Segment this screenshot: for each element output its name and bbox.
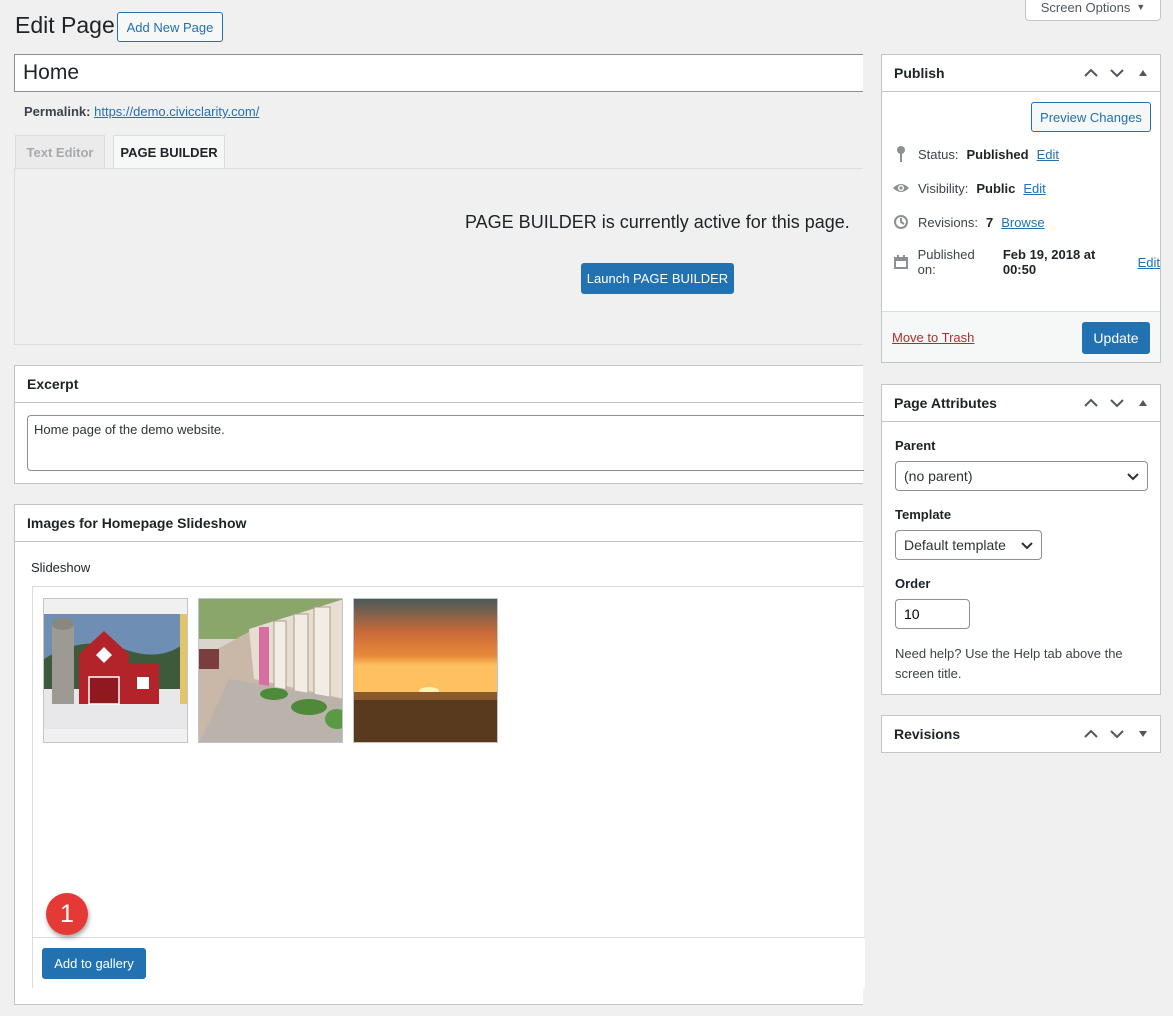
publish-box-header: Publish	[882, 55, 1160, 92]
gallery-footer: Add to gallery	[33, 937, 865, 989]
gallery: Add to gallery	[32, 586, 865, 989]
eye-icon	[892, 179, 910, 197]
title-input[interactable]	[14, 54, 863, 92]
add-to-gallery-button[interactable]: Add to gallery	[42, 948, 146, 979]
gallery-thumb-sunset[interactable]	[353, 598, 498, 743]
expand-toggle-icon[interactable]	[1136, 727, 1150, 741]
revisions-browse-link[interactable]: Browse	[1001, 215, 1044, 230]
update-button[interactable]: Update	[1082, 322, 1150, 354]
published-on-row: Published on: Feb 19, 2018 at 00:50 Edit	[892, 247, 1160, 277]
status-row: Status: Published Edit	[892, 145, 1059, 163]
launch-page-builder-button[interactable]: Launch PAGE BUILDER	[581, 263, 734, 294]
history-icon	[892, 213, 910, 231]
visibility-value: Public	[976, 180, 1016, 196]
page-builder-message: PAGE BUILDER is currently active for thi…	[465, 212, 850, 232]
status-label: Status:	[918, 146, 959, 162]
chevron-down-icon[interactable]	[1110, 66, 1124, 80]
help-text: Need help? Use the Help tab above the sc…	[895, 646, 1123, 681]
template-select[interactable]: Default template	[895, 530, 1042, 560]
revisions-box-title: Revisions	[894, 726, 961, 742]
slideshow-label: Slideshow	[31, 560, 91, 575]
status-edit-link[interactable]: Edit	[1037, 147, 1059, 162]
parent-select[interactable]: (no parent)	[895, 461, 1148, 491]
pin-icon	[892, 145, 910, 163]
excerpt-title: Excerpt	[15, 366, 863, 403]
revisions-row: Revisions: 7 Browse	[892, 213, 1045, 231]
order-label: Order	[895, 576, 931, 591]
template-label: Template	[895, 507, 952, 522]
publish-title: Publish	[894, 65, 945, 81]
gallery-thumb-barn[interactable]	[43, 598, 188, 743]
revisions-box-header[interactable]: Revisions	[882, 716, 1160, 752]
slideshow-box-title: Images for Homepage Slideshow	[15, 505, 863, 542]
parent-select-value: (no parent)	[904, 468, 973, 484]
red-barn-silo-image	[44, 599, 187, 742]
permalink-label: Permalink:	[24, 104, 91, 119]
screen-options-button[interactable]: Screen Options ▼	[1025, 0, 1161, 21]
permalink-link[interactable]: https://demo.civicclarity.com/	[94, 104, 259, 119]
gallery-thumb-street[interactable]	[198, 598, 343, 743]
order-input[interactable]	[895, 599, 970, 629]
tab-page-builder[interactable]: PAGE BUILDER	[113, 135, 225, 169]
preview-changes-button[interactable]: Preview Changes	[1031, 102, 1151, 132]
revisions-value: 7	[985, 214, 994, 230]
add-new-page-button[interactable]: Add New Page	[117, 12, 223, 42]
excerpt-box: Excerpt Home page of the demo website.	[14, 365, 864, 484]
calendar-icon	[892, 253, 910, 271]
chevron-down-icon	[1021, 537, 1033, 553]
main-street-storefronts-image	[199, 599, 342, 742]
callout-badge-1: 1	[46, 893, 88, 935]
template-select-value: Default template	[904, 537, 1006, 553]
status-value: Published	[966, 146, 1029, 162]
chevron-up-icon[interactable]	[1084, 66, 1098, 80]
sunset-field-image	[354, 599, 497, 742]
revisions-box: Revisions	[881, 715, 1161, 753]
page-attributes-title: Page Attributes	[894, 395, 997, 411]
excerpt-textarea[interactable]: Home page of the demo website.	[27, 415, 864, 471]
chevron-down-icon	[1127, 468, 1139, 484]
visibility-edit-link[interactable]: Edit	[1023, 181, 1045, 196]
permalink: Permalink: https://demo.civicclarity.com…	[24, 104, 259, 119]
published-on-edit-link[interactable]: Edit	[1138, 255, 1160, 270]
page-attributes-box: Page Attributes Parent (no parent) Templ…	[881, 384, 1161, 695]
chevron-up-icon[interactable]	[1084, 727, 1098, 741]
collapse-toggle-icon[interactable]	[1136, 66, 1150, 80]
chevron-down-icon[interactable]	[1110, 396, 1124, 410]
move-to-trash-link[interactable]: Move to Trash	[892, 330, 974, 345]
chevron-down-icon[interactable]	[1110, 727, 1124, 741]
page-attributes-header: Page Attributes	[882, 385, 1160, 422]
caret-down-icon: ▼	[1136, 2, 1146, 12]
publish-actions: Move to Trash Update	[882, 311, 1160, 362]
collapse-toggle-icon[interactable]	[1136, 396, 1150, 410]
parent-label: Parent	[895, 438, 936, 453]
published-on-value: Feb 19, 2018 at 00:50	[1002, 247, 1096, 277]
visibility-label: Visibility:	[918, 180, 969, 196]
slideshow-box: Images for Homepage Slideshow Slideshow	[14, 504, 865, 1005]
published-on-label: Published on:	[917, 247, 975, 277]
page-builder-panel	[14, 168, 863, 345]
tab-text-editor[interactable]: Text Editor	[15, 135, 105, 169]
revisions-label: Revisions:	[918, 214, 978, 230]
chevron-up-icon[interactable]	[1084, 396, 1098, 410]
page-title: Edit Page	[15, 12, 115, 38]
screen-options-label: Screen Options	[1040, 0, 1131, 15]
visibility-row: Visibility: Public Edit	[892, 179, 1046, 197]
publish-box: Publish Preview Changes Status: Publishe…	[881, 54, 1161, 363]
